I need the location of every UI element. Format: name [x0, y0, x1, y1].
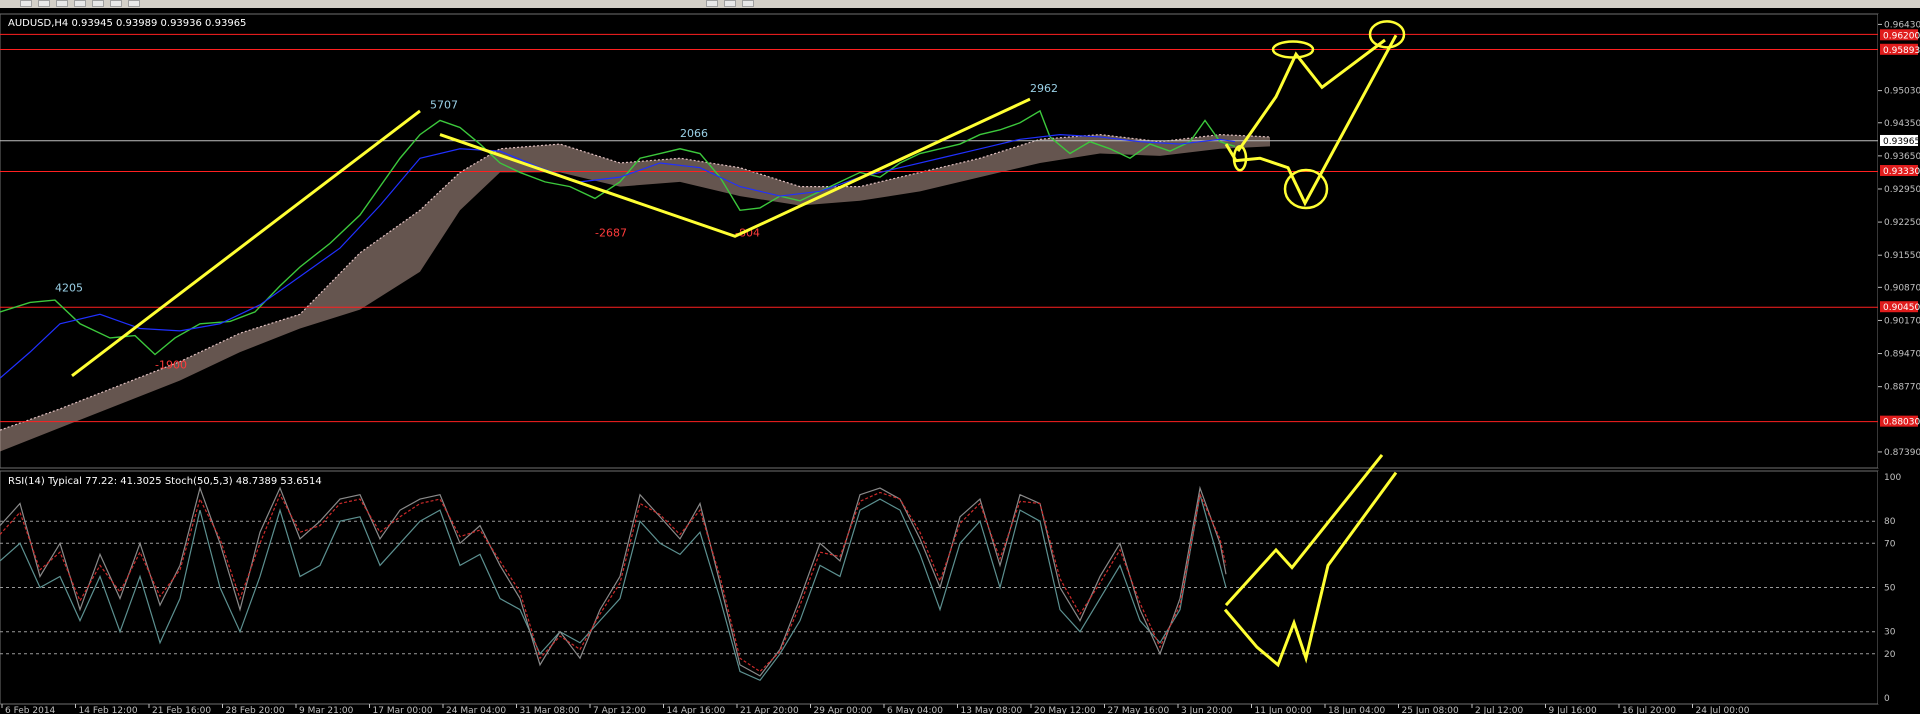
price-tick-label: 0.90870 — [1884, 283, 1920, 293]
oscillator-tick-label: 20 — [1884, 650, 1896, 660]
zoom-out-button[interactable] — [110, 0, 122, 7]
oscillator-tick-label: 30 — [1884, 628, 1896, 638]
oscillator-tick-label: 50 — [1884, 584, 1896, 594]
price-tick-label: 0.92250 — [1884, 218, 1920, 228]
time-tick-label: 14 Feb 12:00 — [79, 706, 138, 714]
time-tick-label: 16 Jul 20:00 — [1622, 706, 1676, 714]
price-axis-bg — [1878, 14, 1920, 468]
oscillator-tick-label: 0 — [1884, 694, 1890, 704]
save-button[interactable] — [56, 0, 68, 7]
zigzag-label: -2687 — [595, 226, 627, 239]
indicators-button[interactable] — [706, 0, 718, 7]
zigzag-label: 2962 — [1030, 82, 1058, 95]
time-tick-label: 28 Feb 20:00 — [226, 706, 285, 714]
zigzag-label: 2066 — [680, 127, 708, 140]
price-tick-label: 0.92950 — [1884, 185, 1920, 195]
new-chart-button[interactable] — [20, 0, 32, 7]
oscillator-tick-label: 70 — [1884, 539, 1896, 549]
time-tick-label: 31 Mar 08:00 — [520, 706, 580, 714]
price-tick-label: 0.89470 — [1884, 350, 1920, 360]
time-tick-label: 29 Apr 00:00 — [814, 706, 873, 714]
undo-button[interactable] — [74, 0, 86, 7]
time-tick-label: 17 Mar 00:00 — [373, 706, 433, 714]
price-tag-label: 0.93330 — [1883, 167, 1920, 177]
price-axis: 0.96430 0.95030 0.94350 0.93650 0.92950 0.922… — [1878, 14, 1920, 468]
zigzag-label: -1900 — [155, 359, 187, 372]
time-tick-label: 9 Mar 21:00 — [299, 706, 354, 714]
oscillator-tick-label: 80 — [1884, 517, 1896, 527]
price-tick-label: 0.90170 — [1884, 316, 1920, 326]
time-tick-label: 6 Feb 2014 — [5, 706, 56, 714]
price-tag-label: 0.88030 — [1883, 418, 1920, 428]
time-tick-label: 3 Jun 20:00 — [1181, 706, 1233, 714]
time-tick-label: 21 Feb 16:00 — [152, 706, 211, 714]
oscillator-panel: 100 80 70 50 30 20 0 RSI(14) Typical 77.22: 41… — [0, 453, 1920, 705]
zigzag-label: -804 — [735, 226, 760, 239]
time-tick-label: 25 Jun 08:00 — [1402, 706, 1459, 714]
time-tick-label: 6 May 04:00 — [887, 706, 943, 714]
zigzag-label: 5707 — [430, 99, 458, 112]
time-tick-label: 24 Mar 04:00 — [446, 706, 506, 714]
time-tick-label: 20 May 12:00 — [1034, 706, 1096, 714]
oscillator-title: RSI(14) Typical 77.22: 41.3025 Stoch(50,… — [8, 476, 322, 487]
price-tick-label: 0.96430 — [1884, 20, 1920, 30]
price-panel: 4205-19005707-26872066-8042962 0.964300.… — [0, 13, 1920, 469]
time-tick-label: 2 Jul 12:00 — [1475, 706, 1524, 714]
price-tick-label: 0.91550 — [1884, 251, 1920, 261]
price-tick-label: 0.94350 — [1884, 119, 1920, 129]
price-tick-label: 0.88770 — [1884, 383, 1920, 393]
current-price-label: 0.93965 — [1883, 137, 1920, 147]
zoom-in-button[interactable] — [92, 0, 104, 7]
time-tick-label: 18 Jun 04:00 — [1328, 706, 1385, 714]
time-tick-label: 24 Jul 00:00 — [1696, 706, 1750, 714]
zigzag-label: 4205 — [55, 282, 83, 295]
time-tick-label: 9 Jul 16:00 — [1549, 706, 1598, 714]
price-tick-label: 0.87390 — [1884, 448, 1920, 458]
price-tag-label: 0.95893 — [1883, 46, 1920, 56]
time-tick-label: 21 Apr 20:00 — [740, 706, 799, 714]
price-tick-label: 0.95030 — [1884, 87, 1920, 97]
price-tick-label: 0.93650 — [1884, 152, 1920, 162]
add-button[interactable] — [724, 0, 736, 7]
print-button[interactable] — [128, 0, 140, 7]
time-tick-label: 11 Jun 00:00 — [1255, 706, 1312, 714]
chart-window: 4205-19005707-26872066-8042962 0.964300.… — [0, 8, 1920, 714]
oscillator-axis: 100 80 70 50 30 20 0 — [1878, 471, 1920, 704]
open-button[interactable] — [38, 0, 50, 7]
info-button[interactable] — [742, 0, 754, 7]
price-tag-label: 0.96200 — [1883, 31, 1920, 41]
time-tick-label: 13 May 08:00 — [961, 706, 1023, 714]
oscillator-tick-label: 100 — [1884, 473, 1901, 483]
time-tick-label: 14 Apr 16:00 — [667, 706, 726, 714]
chart-title: AUDUSD,H4 0.93945 0.93989 0.93936 0.9396… — [8, 18, 246, 29]
time-tick-label: 7 Apr 12:00 — [593, 706, 646, 714]
price-tag-label: 0.90450 — [1883, 303, 1920, 313]
time-tick-label: 27 May 16:00 — [1108, 706, 1170, 714]
